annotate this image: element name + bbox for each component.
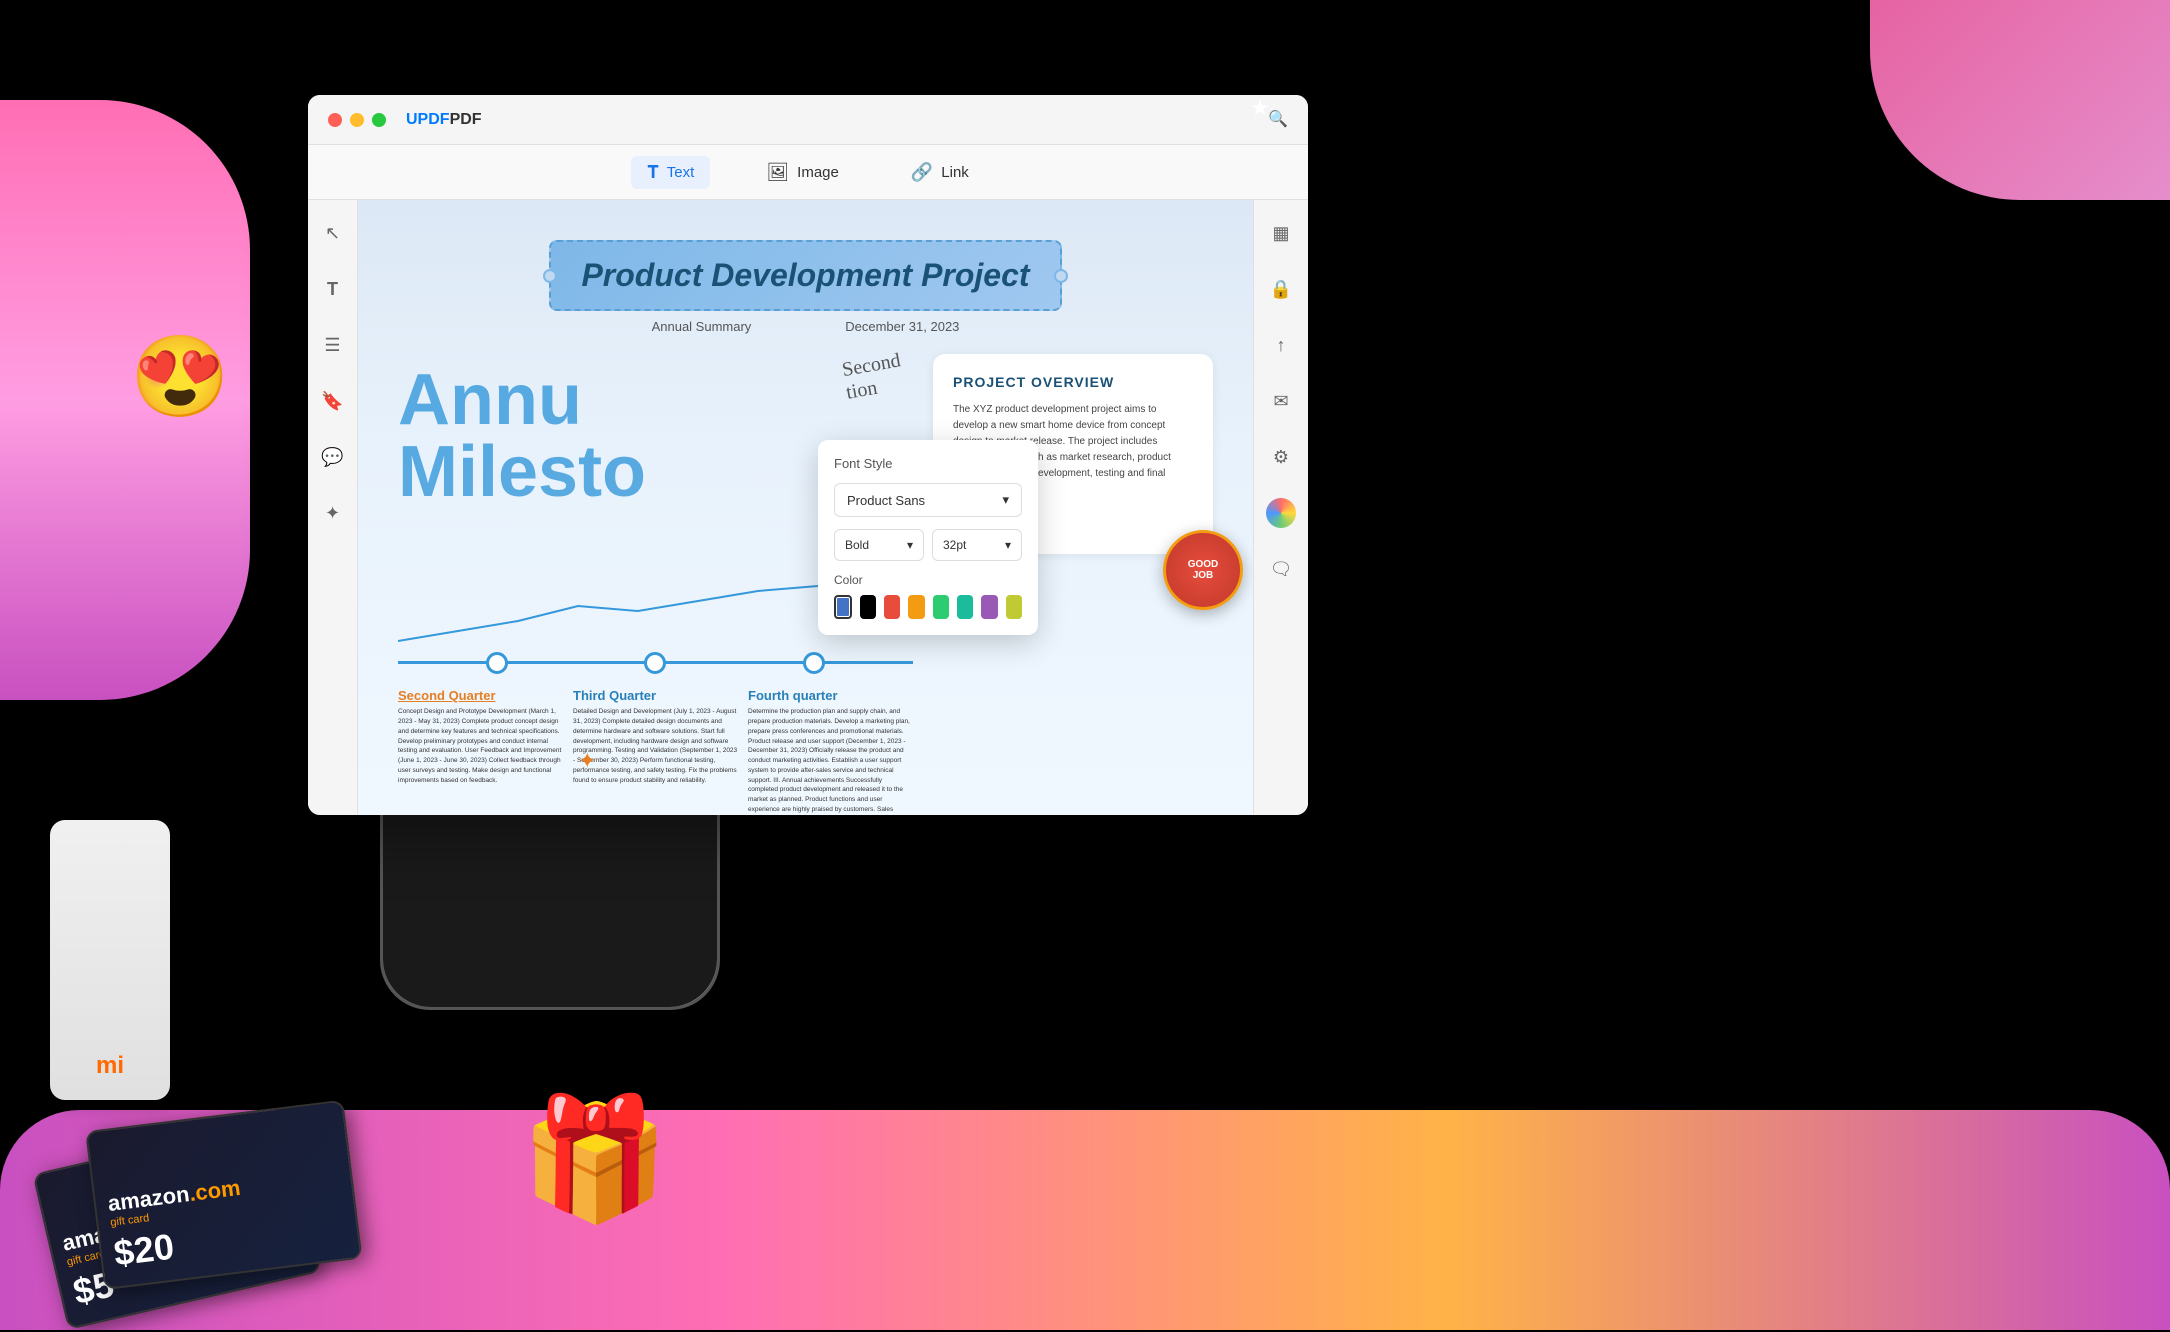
link-toolbar-icon: 🔗 xyxy=(911,162,933,183)
color-swatch-teal[interactable] xyxy=(957,595,973,619)
font-size-value: 32pt xyxy=(943,538,966,552)
color-swatch-lime[interactable] xyxy=(1006,595,1022,619)
badge-circle: GOOD JOB xyxy=(1163,530,1243,610)
color-section-label: Color xyxy=(834,573,1022,587)
font-style-dropdown-icon: ▾ xyxy=(907,538,913,552)
font-style-select[interactable]: Bold ▾ xyxy=(834,529,924,561)
sidebar-icon-chat[interactable]: 🗨 xyxy=(1263,551,1299,587)
right-sidebar: ▦ 🔒 ↑ ✉ ⚙ 🗨 xyxy=(1253,200,1308,815)
font-style-value: Bold xyxy=(845,538,869,552)
color-swatch-green[interactable] xyxy=(933,595,949,619)
toolbar-link[interactable]: 🔗 Link xyxy=(895,156,985,189)
decorative-star-1: ★ xyxy=(1250,95,1270,121)
search-icon: 🔍 xyxy=(1268,111,1288,128)
timeline-dot-1 xyxy=(486,652,508,674)
search-button[interactable]: 🔍 xyxy=(1268,109,1288,129)
font-size-select[interactable]: 32pt ▾ xyxy=(932,529,1022,561)
color-swatch-purple[interactable] xyxy=(981,595,997,619)
color-swatch-blue[interactable] xyxy=(834,595,852,619)
font-style-popup: Font Style Product Sans ▾ Bold ▾ 32pt xyxy=(818,440,1038,635)
popup-title: Font Style xyxy=(834,456,1022,471)
font-name-select[interactable]: Product Sans ▾ xyxy=(834,483,1022,517)
minimize-button[interactable] xyxy=(350,113,364,127)
sidebar-icon-stamp[interactable]: ✦ xyxy=(315,495,351,531)
gift-card-2: amazon.com gift card $20 xyxy=(85,1100,363,1290)
color-wheel-icon xyxy=(1266,498,1296,528)
maximize-button[interactable] xyxy=(372,113,386,127)
sidebar-icon-pages[interactable]: ☰ xyxy=(315,327,351,363)
badge-line2: JOB xyxy=(1193,570,1214,581)
quarter-third: Third Quarter Detailed Design and Develo… xyxy=(573,688,738,815)
color-swatch-red[interactable] xyxy=(884,595,900,619)
app-title: UPDFPDF xyxy=(406,111,482,129)
timeline-dot-3 xyxy=(803,652,825,674)
gift-box: 🎁 xyxy=(520,1090,669,1230)
font-name-dropdown-icon: ▾ xyxy=(1002,492,1009,508)
sidebar-icon-tools[interactable]: ⚙ xyxy=(1263,439,1299,475)
toolbar-image-label: Image xyxy=(797,164,839,181)
quarter-third-title: Third Quarter xyxy=(573,688,738,703)
toolbar-text-label: Text xyxy=(667,164,695,181)
window-controls xyxy=(328,113,386,127)
toolbar-link-label: Link xyxy=(941,164,969,181)
subtitle-left: Annual Summary xyxy=(652,319,752,334)
color-swatch-orange[interactable] xyxy=(908,595,924,619)
chart-svg xyxy=(398,571,848,651)
main-content: ↖ T ☰ 🔖 💬 ✦ Product Development Project … xyxy=(308,200,1308,815)
close-button[interactable] xyxy=(328,113,342,127)
doc-subtitle: Annual Summary December 31, 2023 xyxy=(398,319,1213,334)
toolbar: 𝐓 Text 🖼 Image 🔗 Link 🔍 xyxy=(308,145,1308,200)
large-text-line1: Annu xyxy=(398,364,913,436)
title-dot-right xyxy=(1054,269,1068,283)
toolbar-image[interactable]: 🖼 Image xyxy=(750,156,855,189)
power-bank: mi xyxy=(50,820,170,1100)
quarter-fourth-content: Determine the production plan and supply… xyxy=(748,707,913,815)
updf-window: UPDFPDF 𝐓 Text 🖼 Image 🔗 Link 🔍 ↖ T ☰ 🔖 … xyxy=(308,95,1308,815)
title-bar: UPDFPDF xyxy=(308,95,1308,145)
doc-title-box[interactable]: Product Development Project xyxy=(549,240,1061,311)
quarter-fourth-title: Fourth quarter xyxy=(748,688,913,703)
color-swatch-black[interactable] xyxy=(860,595,876,619)
quarter-second-title: Second Quarter xyxy=(398,688,563,703)
text-toolbar-icon: 𝐓 xyxy=(647,162,659,183)
sidebar-icon-share[interactable]: ↑ xyxy=(1263,327,1299,363)
left-sidebar: ↖ T ☰ 🔖 💬 ✦ xyxy=(308,200,358,815)
sidebar-icon-protect[interactable]: 🔒 xyxy=(1263,271,1299,307)
sidebar-icon-bookmark[interactable]: 🔖 xyxy=(315,383,351,419)
mi-logo: mi xyxy=(96,1052,124,1080)
doc-header: Product Development Project Annual Summa… xyxy=(398,240,1213,334)
sidebar-icon-text[interactable]: T xyxy=(315,271,351,307)
star-decoration: ✦ xyxy=(578,748,596,774)
bg-blob-top-right xyxy=(1870,0,2170,200)
timeline-dot-2 xyxy=(644,652,666,674)
doc-canvas: Product Development Project Annual Summa… xyxy=(358,200,1253,815)
title-dot-left xyxy=(543,269,557,283)
color-swatches xyxy=(834,595,1022,619)
app-title-colored: UPDF xyxy=(406,111,450,128)
quarter-second: Second Quarter Concept Design and Protot… xyxy=(398,688,563,815)
badge-line1: GOOD xyxy=(1188,559,1219,570)
font-name-value: Product Sans xyxy=(847,493,925,508)
quarter-third-content: Detailed Design and Development (July 1,… xyxy=(573,707,738,785)
star-emoji: 😍 xyxy=(130,330,230,424)
sidebar-icon-color-wheel[interactable] xyxy=(1263,495,1299,531)
good-job-badge: GOOD JOB xyxy=(1163,530,1243,610)
image-toolbar-icon: 🖼 xyxy=(766,162,789,183)
doc-page: Product Development Project Annual Summa… xyxy=(358,200,1253,815)
style-row: Bold ▾ 32pt ▾ xyxy=(834,529,1022,561)
doc-body: Annu Milesto xyxy=(398,354,1213,815)
font-size-dropdown-icon: ▾ xyxy=(1005,538,1011,552)
quarters-container: Second Quarter Concept Design and Protot… xyxy=(398,688,913,815)
sidebar-icon-cursor[interactable]: ↖ xyxy=(315,215,351,251)
doc-title: Product Development Project xyxy=(581,257,1029,294)
subtitle-right: December 31, 2023 xyxy=(845,319,959,334)
quarter-fourth: Fourth quarter Determine the production … xyxy=(748,688,913,815)
toolbar-text[interactable]: 𝐓 Text xyxy=(631,156,710,189)
sidebar-icon-ocr[interactable]: ▦ xyxy=(1263,215,1299,251)
overview-title: PROJECT OVERVIEW xyxy=(953,374,1193,390)
sidebar-icon-email[interactable]: ✉ xyxy=(1263,383,1299,419)
sidebar-icon-comment[interactable]: 💬 xyxy=(315,439,351,475)
quarter-second-content: Concept Design and Prototype Development… xyxy=(398,707,563,785)
